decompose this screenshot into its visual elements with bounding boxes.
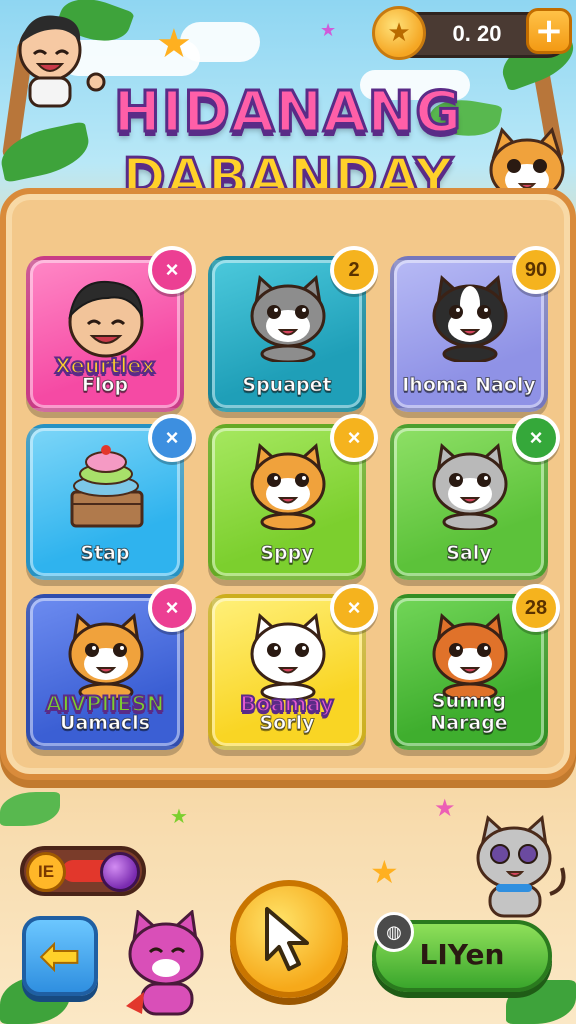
character-name: Sumng Narage bbox=[430, 690, 508, 735]
character-portrait bbox=[236, 440, 340, 532]
count-badge: 28 bbox=[512, 584, 560, 632]
character-card-saly[interactable]: Saly × bbox=[390, 414, 560, 580]
character-name: Uamacls bbox=[60, 712, 151, 735]
count-badge: 2 bbox=[330, 246, 378, 294]
character-card-spuapet[interactable]: Spuapet 2 bbox=[208, 246, 378, 412]
character-card-stap[interactable]: Stap × bbox=[26, 414, 196, 580]
character-portrait bbox=[418, 440, 522, 532]
boy-mascot bbox=[8, 8, 108, 108]
grey-cat-mascot bbox=[470, 812, 570, 922]
sound-toggle[interactable]: IE bbox=[20, 846, 146, 896]
star-icon: ★ bbox=[370, 853, 399, 891]
cloud bbox=[180, 22, 260, 62]
currency-value: 0. 20 bbox=[452, 21, 502, 46]
character-card-flop[interactable]: Xeurtlex Flop × bbox=[26, 246, 196, 412]
toggle-knob[interactable] bbox=[100, 852, 140, 892]
star-icon: ★ bbox=[320, 20, 337, 41]
character-name: Flop bbox=[81, 374, 129, 397]
select-button[interactable] bbox=[230, 880, 348, 998]
add-currency-button[interactable]: + bbox=[526, 8, 572, 54]
character-name: Saly bbox=[446, 542, 492, 565]
bush bbox=[0, 792, 60, 826]
character-name: Stap bbox=[80, 542, 130, 565]
play-button-label: LIYen bbox=[419, 938, 505, 971]
star-icon: ★ bbox=[170, 804, 188, 828]
back-button[interactable]: ⬅ bbox=[22, 916, 98, 996]
pointer-cursor-icon bbox=[265, 907, 309, 971]
close-icon[interactable]: × bbox=[148, 584, 196, 632]
coin-icon: ★ bbox=[372, 6, 426, 60]
character-portrait bbox=[236, 610, 340, 702]
character-card-sumng[interactable]: Sumng Narage 28 bbox=[390, 584, 560, 750]
count-badge: 90 bbox=[512, 246, 560, 294]
character-card-sorly[interactable]: Boamay Sorly × bbox=[208, 584, 378, 750]
character-name: Sppy bbox=[260, 542, 314, 565]
toggle-label: IE bbox=[26, 852, 66, 892]
close-icon[interactable]: × bbox=[330, 584, 378, 632]
star-icon: ★ bbox=[156, 21, 192, 67]
character-name: Ihoma Naoly bbox=[402, 374, 537, 397]
star-icon: ★ bbox=[434, 794, 456, 822]
character-portrait bbox=[418, 272, 522, 364]
left-arrow-icon: ⬅ bbox=[39, 927, 81, 985]
character-name: Sorly bbox=[259, 712, 315, 735]
character-portrait bbox=[54, 610, 158, 702]
character-portrait bbox=[54, 272, 158, 364]
character-name: Spuapet bbox=[242, 374, 332, 397]
game-title-line1: HIDANANG bbox=[112, 79, 463, 147]
character-card-uamacls[interactable]: AIVPIIESN Uamacls × bbox=[26, 584, 196, 750]
close-icon[interactable]: × bbox=[148, 246, 196, 294]
play-button[interactable]: ◍ LIYen bbox=[372, 912, 552, 992]
pink-cat-mascot bbox=[116, 909, 216, 1020]
close-icon[interactable]: × bbox=[330, 414, 378, 462]
character-portrait bbox=[236, 272, 340, 364]
character-card-sppy[interactable]: Sppy × bbox=[208, 414, 378, 580]
character-card-ihoma[interactable]: Ihoma Naoly 90 bbox=[390, 246, 560, 412]
close-icon[interactable]: × bbox=[512, 414, 560, 462]
close-icon[interactable]: × bbox=[148, 414, 196, 462]
character-portrait bbox=[418, 610, 522, 702]
character-portrait bbox=[54, 440, 158, 532]
